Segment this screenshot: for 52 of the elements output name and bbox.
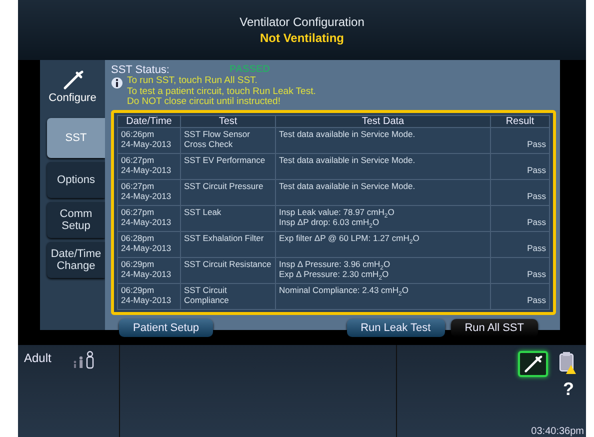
datetime-cell: 06:29pm 24-May-2013: [118, 283, 180, 309]
datetime-cell: 06:26pm 24-May-2013: [118, 127, 180, 153]
test-data-cell: Test data available in Service Mode.: [276, 179, 490, 205]
patient-type: Adult: [24, 351, 52, 365]
test-data-cell: Exp filter ΔP @ 60 LPM: 1.27 cmH$_{2}$O: [276, 231, 490, 257]
test-cell: SST Flow Sensor Cross Check: [180, 127, 276, 153]
action-button[interactable]: Patient Setup: [119, 318, 214, 336]
configure-label: Configure: [48, 92, 96, 104]
result-cell: Pass: [490, 257, 550, 283]
clipboard-warning-icon[interactable]: [558, 351, 578, 375]
instruction-text: To run SST, touch Run All SST.: [127, 76, 258, 86]
test-data-cell: Insp Δ Pressure: 3.96 cmH$_{2}$O Exp Δ Pressure: 2.30 cmH$_{2}$O: [276, 257, 490, 283]
info-icon: [111, 77, 123, 89]
test-cell: SST EV Performance: [180, 153, 276, 179]
sidebar-tab[interactable]: Comm Setup: [47, 202, 105, 238]
datetime-cell: 06:29pm 24-May-2013: [118, 257, 180, 283]
wrench-icon: [62, 70, 84, 90]
instruction-text: Do NOT close circuit until instructed!: [127, 97, 282, 108]
ventilation-status: Not Ventilating: [260, 31, 344, 45]
action-button[interactable]: Run Leak Test: [346, 318, 445, 336]
datetime-cell: 06:27pm 24-May-2013: [118, 179, 180, 205]
column-header: Test Data: [276, 115, 490, 127]
test-data-cell: Nominal Compliance: 2.43 cmH$_{2}$O: [276, 283, 490, 309]
sidebar-tab[interactable]: Date/Time Change: [47, 242, 105, 278]
sidebar-tab[interactable]: Options: [47, 162, 105, 198]
window-title: Ventilator Configuration: [240, 15, 364, 29]
result-cell: Pass: [490, 179, 550, 205]
result-cell: Pass: [490, 153, 550, 179]
test-data-cell: Insp Leak value: 78.97 cmH$_{2}$O Insp ΔP drop: 6.03 cmH$_{2}$O: [276, 205, 490, 231]
result-cell: Pass: [490, 231, 550, 257]
test-cell: SST Leak: [180, 205, 276, 231]
datetime-cell: 06:27pm 24-May-2013: [118, 205, 180, 231]
test-cell: SST Circuit Compliance: [180, 283, 276, 309]
column-header: Date/Time: [118, 115, 180, 127]
test-cell: SST Exhalation Filter: [180, 231, 276, 257]
status-label: SST Status:: [111, 64, 170, 76]
run-button[interactable]: Run All SST: [450, 318, 538, 336]
instruction-text: To test a patient circuit, touch Run Leak Test.: [127, 86, 316, 97]
column-header: Test: [180, 115, 276, 127]
datetime-cell: 06:28pm 24-May-2013: [118, 231, 180, 257]
datetime-cell: 06:27pm 24-May-2013: [118, 153, 180, 179]
result-cell: Pass: [490, 283, 550, 309]
test-cell: SST Circuit Resistance: [180, 257, 276, 283]
test-cell: SST Circuit Pressure: [180, 179, 276, 205]
clock-time: 03:40:36pm: [531, 426, 584, 437]
settings-button[interactable]: [518, 351, 548, 377]
result-cell: Pass: [490, 127, 550, 153]
column-header: Result: [490, 115, 550, 127]
result-cell: Pass: [490, 205, 550, 231]
help-button[interactable]: ?: [563, 379, 574, 400]
test-data-cell: Test data available in Service Mode.: [276, 153, 490, 179]
test-data-cell: Test data available in Service Mode.: [276, 127, 490, 153]
